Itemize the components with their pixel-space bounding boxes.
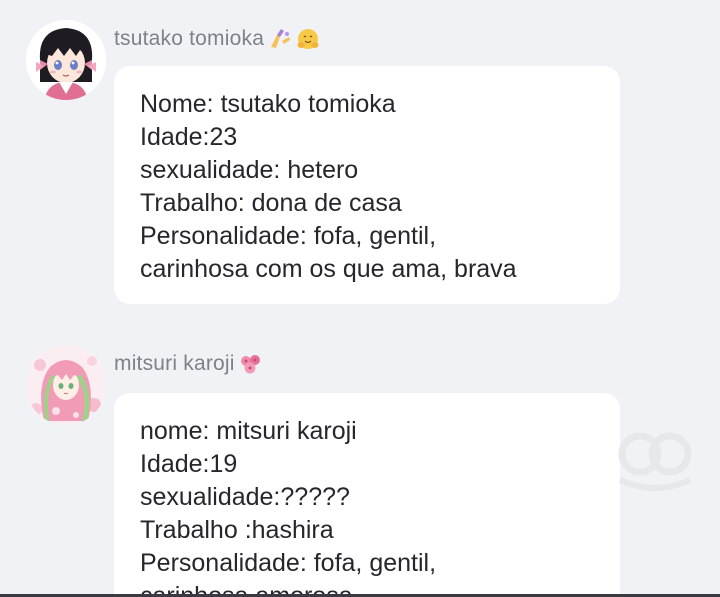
message-line: Trabalho :hashira	[140, 516, 334, 544]
message-line: Idade:23	[140, 123, 238, 151]
anime-girl-avatar-icon	[26, 20, 106, 100]
message-line: Nome: tsutako tomioka	[140, 90, 396, 118]
username-row: tsutako tomioka	[114, 26, 320, 52]
avatar[interactable]	[26, 20, 106, 100]
message-line: Trabalho: dona de casa	[140, 189, 402, 217]
hugging-face-icon	[296, 27, 320, 51]
message-line: sexualidade: hetero	[140, 156, 359, 184]
nail-polish-icon	[268, 27, 292, 51]
username[interactable]: mitsuri karoji	[114, 352, 235, 376]
message-line: Idade:19	[140, 450, 238, 478]
watermark-logo	[610, 424, 700, 494]
chat-screen: tsutako tomioka Nome: tsutako tomioka Id…	[0, 0, 720, 597]
message-line: sexualidade:?????	[140, 483, 350, 511]
pink-hair-girl-avatar-icon	[26, 345, 106, 425]
message-line: nome: mitsuri karoji	[140, 417, 357, 445]
avatar[interactable]	[26, 345, 106, 425]
message-line: Personalidade: fofa, gentil,	[140, 549, 437, 577]
message-line: Personalidade: fofa, gentil,	[140, 222, 437, 250]
message-bubble[interactable]: Nome: tsutako tomioka Idade:23 sexualida…	[114, 66, 620, 304]
username-row: mitsuri karoji	[114, 351, 263, 377]
flowers-icon	[239, 352, 263, 376]
message-line: carinhosa com os que ama, brava	[140, 255, 517, 283]
message-bubble[interactable]: nome: mitsuri karoji Idade:19 sexualidad…	[114, 393, 620, 597]
username[interactable]: tsutako tomioka	[114, 27, 264, 51]
